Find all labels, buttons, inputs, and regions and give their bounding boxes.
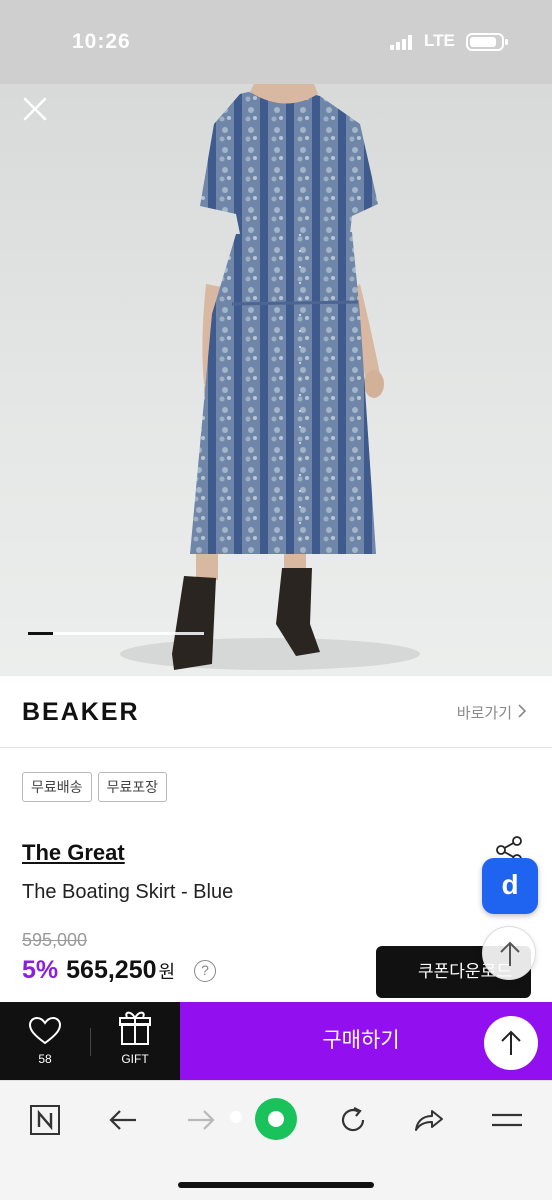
product-brand-link[interactable]: The Great [22,840,125,866]
page-dot-indicator [230,1111,242,1123]
tag-free-wrapping: 무료포장 [97,772,168,802]
brand-shortcut-link[interactable]: 바로가기 [456,702,527,723]
brand-logo[interactable]: BEAKER [22,698,140,727]
image-pager [28,632,204,635]
product-image[interactable] [0,84,552,676]
reload-icon[interactable] [336,1103,370,1137]
battery-icon [466,33,508,51]
gift-icon [119,1011,151,1045]
model-illustration [120,84,420,670]
product-name: The Boating Skirt - Blue [22,881,234,903]
battery-level [470,37,496,47]
like-count: 58 [38,1052,52,1066]
close-icon[interactable] [20,94,50,124]
forward-arrow-icon[interactable] [184,1103,218,1137]
brand-shortcut-label: 바로가기 [456,705,512,722]
naver-home-icon[interactable] [28,1103,62,1137]
scroll-top-button[interactable] [482,926,536,980]
menu-icon[interactable] [490,1103,524,1137]
discount-rate: 5% [22,956,59,984]
chevron-right-icon [518,703,527,722]
like-button[interactable]: 58 [0,1002,90,1080]
brand-row: BEAKER 바로가기 [0,676,552,748]
share-arrow-icon[interactable] [412,1103,446,1137]
price-info-icon[interactable]: ? [194,960,216,982]
image-pager-progress [28,632,53,635]
scroll-top-button-main[interactable] [484,1016,538,1070]
sale-price: 565,250 [66,956,157,984]
currency-unit: 원 [158,962,176,982]
price-row: 5% 565,250 원 [22,956,175,985]
status-time: 10:26 [72,30,131,53]
benefit-tags: 무료배송 무료포장 [22,772,168,802]
home-indicator [178,1182,374,1188]
original-price: 595,000 [22,930,88,950]
green-dot-icon[interactable] [254,1097,298,1141]
signal-icon [390,34,418,50]
app-shortcut-button[interactable]: d [482,858,538,914]
back-arrow-icon[interactable] [106,1103,140,1137]
arrow-up-icon [501,1030,521,1055]
heart-icon [28,1016,62,1045]
gift-label: GIFT [121,1052,149,1066]
status-bar: 10:26 LTE [0,0,552,84]
purchase-bar: 58 GIFT 구매하기 [0,1002,552,1080]
arrow-up-icon [500,941,520,966]
tag-free-shipping: 무료배송 [22,772,92,802]
network-type: LTE [424,31,455,50]
gift-button[interactable]: GIFT [91,1002,179,1080]
